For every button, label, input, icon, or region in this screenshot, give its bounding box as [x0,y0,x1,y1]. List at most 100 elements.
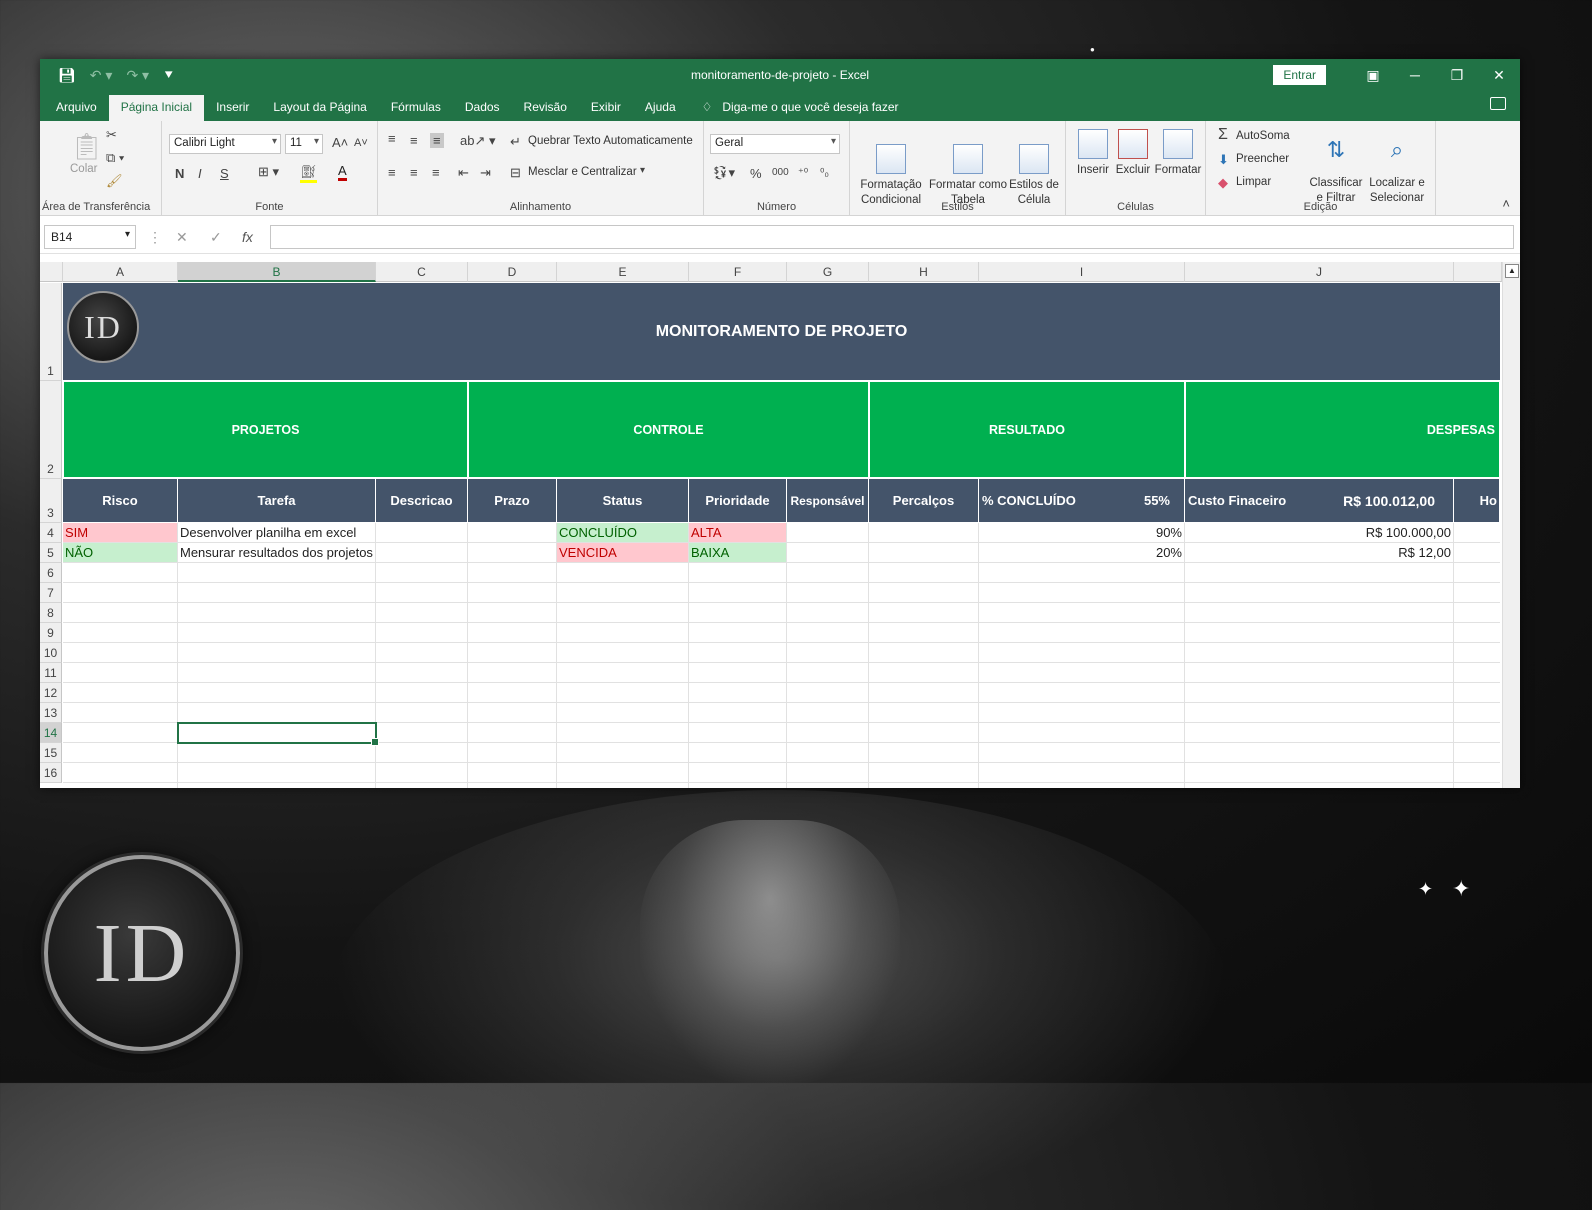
section-despesas[interactable]: DESPESAS [1185,381,1500,478]
fill-button[interactable]: Preencher [1236,153,1289,165]
tab-pagina-inicial[interactable]: Página Inicial [108,95,205,121]
header-responsavel[interactable]: Responsável [787,479,869,522]
name-box[interactable]: B14 [44,225,136,249]
undo-icon[interactable]: ↶ ▾ [90,67,113,84]
tab-formulas[interactable]: Fórmulas [379,95,453,121]
tab-layout-da-pagina[interactable]: Layout da Página [261,95,378,121]
column-header-h[interactable]: H [869,262,979,282]
accounting-format-icon[interactable]: 💱︎▾ [712,165,735,181]
header-percalcos[interactable]: Percalços [869,479,979,522]
bold-button[interactable]: N [175,166,184,181]
cell-a5[interactable]: NÃO [63,543,178,563]
cell-j4[interactable]: R$ 100.000,00 [1185,523,1454,543]
copy-icon[interactable]: ⧉ ▾ [106,150,124,166]
redo-icon[interactable]: ↷ ▾ [126,67,149,84]
find-select-button[interactable]: ⌕ Localizar e Selecionar [1364,127,1430,206]
cell-i5[interactable]: 20% [979,543,1185,563]
tab-inserir[interactable]: Inserir [204,95,261,121]
align-middle-icon[interactable]: ≡ [410,133,418,148]
sort-filter-button[interactable]: ⇅ Classificar e Filtrar [1306,127,1366,206]
section-resultado[interactable]: RESULTADO [869,381,1185,478]
merge-center-button[interactable]: Mesclar e Centralizar [528,166,637,178]
cell-b5[interactable]: Mensurar resultados dos projetos [178,543,376,563]
cell-a4[interactable]: SIM [63,523,178,543]
align-left-icon[interactable]: ≡ [388,165,396,180]
format-cells-button[interactable]: Formatar [1154,129,1202,178]
cell-f4[interactable]: ALTA [689,523,787,543]
clear-button[interactable]: Limpar [1236,176,1271,188]
cell-i4[interactable]: 90% [979,523,1185,543]
tab-ajuda[interactable]: Ajuda [633,95,688,121]
column-header-c[interactable]: C [376,262,468,282]
font-name-combo[interactable]: Calibri Light [169,134,281,154]
header-extra[interactable]: Ho [1454,479,1500,522]
cut-icon[interactable]: ✂ [106,127,117,143]
wrap-text-icon[interactable]: ↵ [510,134,521,150]
tell-me-box[interactable]: ♢ Diga-me o que você deseja fazer [688,95,899,121]
row-header-8[interactable]: 8 [40,603,62,623]
insert-function-icon[interactable]: fx [242,229,253,245]
cell-j5[interactable]: R$ 12,00 [1185,543,1454,563]
font-color-icon[interactable]: A [338,164,347,181]
wrap-text-button[interactable]: Quebrar Texto Automaticamente [528,135,693,147]
align-bottom-icon[interactable]: ≡ [430,133,444,148]
header-tarefa[interactable]: Tarefa [178,479,376,522]
font-size-combo[interactable]: 11 [285,134,323,154]
row-header-2[interactable]: 2 [40,381,62,479]
close-icon[interactable]: ✕ [1478,67,1520,84]
header-prioridade[interactable]: Prioridade [689,479,787,522]
column-header-i[interactable]: I [979,262,1185,282]
tab-arquivo[interactable]: Arquivo [44,95,109,121]
cancel-icon[interactable]: ✕ [176,229,188,246]
cell-f5[interactable]: BAIXA [689,543,787,563]
restore-icon[interactable]: ❐ [1436,67,1478,84]
row-header-5[interactable]: 5 [40,543,62,563]
header-status[interactable]: Status [557,479,689,522]
column-header-j[interactable]: J [1185,262,1454,282]
active-cell-b14[interactable] [177,722,379,746]
worksheet-grid[interactable]: A B C D E F G H I J 1 2 3 4 5 6 7 8 9 10… [40,254,1520,788]
row-header-4[interactable]: 4 [40,523,62,543]
header-descricao[interactable]: Descricao [376,479,468,522]
increase-indent-icon[interactable]: ⇥ [480,165,491,181]
percent-button[interactable]: % [750,166,762,181]
comments-icon[interactable] [1490,97,1506,110]
shrink-font-icon[interactable]: A˅ [354,137,368,149]
row-header-14[interactable]: 14 [40,723,62,743]
format-painter-icon[interactable]: 🖌︎ [106,173,123,189]
column-header-b[interactable]: B [178,262,376,282]
vertical-scrollbar[interactable]: ▲ [1502,262,1520,788]
tab-dados[interactable]: Dados [453,95,512,121]
decrease-indent-icon[interactable]: ⇤ [458,165,469,181]
row-header-1[interactable]: 1 [40,283,62,381]
column-header-d[interactable]: D [468,262,557,282]
sign-in-button[interactable]: Entrar [1273,65,1326,85]
paste-button[interactable]: Colar [70,163,97,175]
delete-cells-button[interactable]: Excluir [1112,129,1154,178]
ribbon-display-icon[interactable]: ▣ [1352,67,1394,84]
cell-e4[interactable]: CONCLUÍDO [557,523,689,543]
header-custo[interactable]: Custo Finaceiro R$ 100.012,00 [1185,479,1454,522]
align-center-icon[interactable]: ≡ [410,165,418,180]
header-concluido[interactable]: % CONCLUÍDO 55% [979,479,1185,522]
merge-dropdown-icon[interactable]: ▾ [640,165,645,176]
column-header-e[interactable]: E [557,262,689,282]
grow-font-icon[interactable]: A˄ [332,135,348,150]
borders-icon[interactable]: ⊞ ▾ [258,164,279,180]
header-risco[interactable]: Risco [63,479,178,522]
align-top-icon[interactable]: ≡ [388,131,396,146]
conditional-formatting-button[interactable]: Formatação Condicional [854,129,928,208]
row-header-13[interactable]: 13 [40,703,62,723]
fill-icon[interactable]: ⬇ [1218,152,1229,168]
comma-style-button[interactable]: 000 [772,167,789,178]
collapse-ribbon-icon[interactable]: ˄ [1502,196,1510,211]
row-header-15[interactable]: 15 [40,743,62,763]
row-header-11[interactable]: 11 [40,663,62,683]
number-format-combo[interactable]: Geral [710,134,840,154]
column-header-next[interactable] [1454,262,1502,282]
paste-icon[interactable]: 📋︎ [70,131,103,162]
increase-decimal-icon[interactable]: ⁺⁰ [798,166,808,179]
minimize-icon[interactable]: ─ [1394,67,1436,83]
decrease-decimal-icon[interactable]: ⁰₀ [820,166,829,179]
cell-b4[interactable]: Desenvolver planilha em excel [178,523,376,543]
